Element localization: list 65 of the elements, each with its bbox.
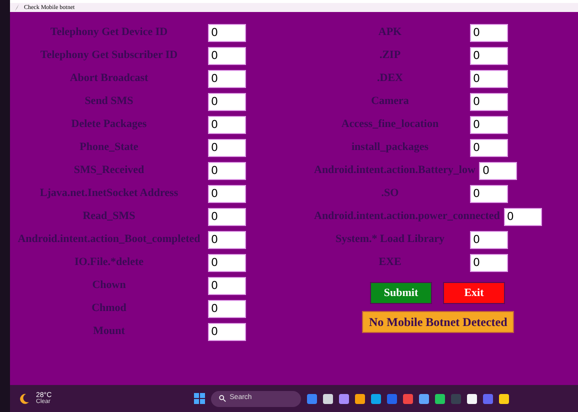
input-field[interactable]: 0 [470, 92, 508, 110]
input-field[interactable]: 0 [470, 184, 508, 202]
input-field[interactable]: 0 [470, 24, 508, 42]
input-field[interactable]: 0 [208, 46, 246, 64]
input-field[interactable]: 0 [208, 24, 246, 42]
taskbar-app-icon[interactable] [338, 394, 349, 404]
windows-logo-icon[interactable] [194, 393, 205, 404]
input-field[interactable]: 0 [208, 184, 246, 202]
moon-icon [18, 392, 30, 404]
field-label: EXE [378, 255, 402, 270]
field-label: Telephony Get Device ID [49, 25, 169, 40]
input-field[interactable]: 0 [208, 162, 246, 180]
field-label: IO.File.*delete [73, 255, 145, 270]
field-label: Chmod [90, 301, 128, 316]
field-label: Camera [370, 94, 410, 110]
input-field[interactable]: 0 [208, 276, 246, 294]
taskbar-app-icon[interactable] [498, 394, 509, 404]
field-label: APK [377, 25, 403, 40]
input-field[interactable]: 0 [208, 300, 246, 318]
field-label: install_packages [350, 140, 430, 156]
taskbar-app-icon[interactable] [322, 394, 333, 404]
field-label: Mount [92, 324, 126, 340]
field-label: System.* Load Library [334, 232, 446, 248]
input-field[interactable]: 0 [208, 322, 246, 340]
input-field[interactable]: 0 [470, 254, 508, 272]
field-label: Telephony Get Subscriber ID [39, 48, 179, 64]
field-label: SMS_Received [72, 163, 146, 178]
field-label: Send SMS [84, 94, 134, 110]
input-field[interactable]: 0 [208, 92, 246, 110]
input-field[interactable]: 0 [470, 70, 508, 88]
taskbar-app-icon[interactable] [466, 394, 477, 404]
taskbar-app-icon[interactable] [354, 394, 365, 404]
input-field[interactable]: 0 [504, 208, 542, 226]
taskbar-app-icon[interactable] [434, 394, 445, 404]
field-label: .SO [380, 186, 400, 202]
taskbar-app-icon[interactable] [418, 394, 429, 404]
input-field[interactable]: 0 [470, 230, 508, 248]
field-label: Android.intent.action.Battery_low [313, 163, 476, 178]
input-field[interactable]: 0 [470, 46, 508, 64]
input-field[interactable]: 0 [208, 230, 246, 248]
taskbar-app-icon[interactable] [370, 394, 381, 404]
field-label: .DEX [376, 71, 404, 86]
submit-button[interactable]: Submit [370, 282, 432, 304]
field-label: Android.intent.action_Boot_completed [16, 232, 202, 248]
input-field[interactable]: 0 [470, 116, 508, 134]
field-label: Delete Packages [70, 117, 148, 132]
field-label: .ZIP [378, 48, 402, 64]
exit-button[interactable]: Exit [443, 282, 505, 304]
field-label: Read_SMS [82, 209, 136, 224]
field-label: Ljava.net.InetSocket Address [38, 186, 180, 202]
field-label: Android.intent.action.power_connected [313, 209, 501, 224]
input-field[interactable]: 0 [208, 138, 246, 156]
field-label: Abort Broadcast [68, 71, 150, 86]
input-field[interactable]: 0 [470, 138, 508, 156]
feather-icon [14, 4, 20, 11]
field-label: Phone_State [78, 140, 140, 156]
input-field[interactable]: 0 [208, 254, 246, 272]
field-label: Chown [91, 278, 127, 294]
input-field[interactable]: 0 [208, 208, 246, 226]
input-field[interactable]: 0 [208, 116, 246, 134]
result-message: No Mobile Botnet Detected [362, 311, 514, 333]
search-icon [218, 395, 226, 402]
input-field[interactable]: 0 [479, 162, 518, 180]
field-label: Access_fine_location [340, 117, 440, 132]
input-field[interactable]: 0 [208, 70, 246, 88]
